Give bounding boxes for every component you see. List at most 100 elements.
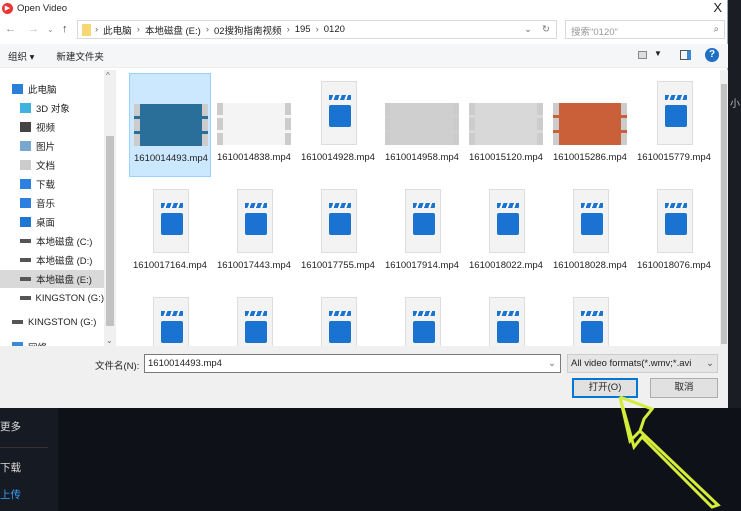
file-item[interactable]: 1610017914.mp4: [381, 181, 463, 285]
nav-item-label: 图片: [36, 142, 56, 153]
file-item[interactable]: [465, 289, 547, 346]
new-folder-button[interactable]: 新建文件夹: [56, 49, 104, 63]
breadcrumb-item[interactable]: 0120: [324, 24, 345, 35]
nav-item[interactable]: KINGSTON (G:): [0, 313, 104, 331]
file-item[interactable]: 1610015120.mp4: [465, 73, 547, 177]
video-file-icon: [657, 81, 693, 145]
files-scrollbar[interactable]: [720, 70, 728, 346]
view-dropdown-icon[interactable]: ▼: [654, 49, 662, 58]
navigation-pane: 此电脑 3D 对象视频图片文档 下载音乐桌面 本地磁盘 (C:) 本地磁盘 (D:) 本地…: [0, 70, 117, 346]
file-name: 1610018022.mp4: [469, 260, 543, 271]
document-icon: [20, 160, 31, 170]
background-text: 小: [730, 99, 740, 110]
close-button[interactable]: X: [713, 0, 722, 15]
video-file-icon: [405, 297, 441, 346]
video-file-icon: [573, 189, 609, 253]
file-name: 1610018076.mp4: [637, 260, 711, 271]
back-icon[interactable]: ←: [5, 23, 16, 35]
nav-item-label: 本地磁盘 (E:): [36, 275, 92, 286]
filename-input[interactable]: 1610014493.mp4 ⌄: [144, 354, 561, 373]
file-item[interactable]: 1610014958.mp4: [381, 73, 463, 177]
file-item[interactable]: 1610017755.mp4: [297, 181, 379, 285]
file-item[interactable]: 1610014928.mp4: [297, 73, 379, 177]
file-item[interactable]: [549, 289, 631, 346]
breadcrumb-item[interactable]: 此电脑: [103, 23, 132, 37]
file-item[interactable]: 1610018022.mp4: [465, 181, 547, 285]
nav-item[interactable]: KINGSTON (G:): [0, 289, 104, 307]
up-icon[interactable]: ↑: [62, 23, 68, 35]
nav-item[interactable]: 桌面: [0, 213, 104, 231]
nav-item[interactable]: 图片: [0, 137, 104, 155]
filename-dropdown-icon[interactable]: ⌄: [548, 358, 556, 369]
address-bar[interactable]: › 此电脑 › 本地磁盘 (E:) › 02搜狗指南视频 › 195 › 0120 ⌄ ↻: [77, 20, 557, 39]
file-name: 1610017914.mp4: [385, 260, 459, 271]
file-item[interactable]: 1610015779.mp4: [633, 73, 715, 177]
background-download[interactable]: 下载: [0, 460, 21, 475]
nav-item-label: 本地磁盘 (D:): [36, 256, 93, 267]
chevron-down-icon: ⌄: [706, 358, 714, 369]
file-item[interactable]: 1610015286.mp4: [549, 73, 631, 177]
file-item[interactable]: 1610018028.mp4: [549, 181, 631, 285]
background-upload[interactable]: 上传: [0, 487, 21, 502]
nav-item-label: 视频: [36, 123, 56, 134]
preview-pane-icon[interactable]: [680, 50, 691, 60]
file-item[interactable]: [297, 289, 379, 346]
search-placeholder: 搜索"0120": [571, 27, 618, 38]
filename-value: 1610014493.mp4: [148, 358, 222, 369]
view-options-icon[interactable]: [638, 51, 647, 59]
file-name: 1610015779.mp4: [637, 152, 711, 163]
nav-item[interactable]: 本地磁盘 (C:): [0, 232, 104, 250]
file-item[interactable]: [381, 289, 463, 346]
file-name: 1610014493.mp4: [134, 153, 208, 164]
help-icon[interactable]: ?: [705, 48, 719, 62]
file-item[interactable]: [213, 289, 295, 346]
nav-item[interactable]: 此电脑: [0, 80, 104, 98]
nav-scrollbar[interactable]: ^ ⌄: [104, 70, 116, 346]
file-item[interactable]: 1610017443.mp4: [213, 181, 295, 285]
breadcrumb-item[interactable]: 02搜狗指南视频: [214, 23, 282, 37]
address-dropdown-icon[interactable]: ⌄: [524, 24, 532, 35]
download-icon: [20, 179, 31, 189]
background-more[interactable]: 更多: [0, 419, 21, 434]
background-right: 小: [728, 0, 741, 408]
file-name: 1610014838.mp4: [217, 152, 291, 163]
nav-item[interactable]: 3D 对象: [0, 99, 104, 117]
nav-item[interactable]: 网络: [0, 338, 104, 346]
nav-item-label: 音乐: [36, 199, 56, 210]
file-item[interactable]: 1610014838.mp4: [213, 73, 295, 177]
video-file-icon: [657, 189, 693, 253]
video-file-icon: [489, 297, 525, 346]
file-grid: 1610014493.mp4 1610014838.mp4 1610014928.m…: [120, 70, 720, 346]
nav-item[interactable]: 音乐: [0, 194, 104, 212]
nav-item[interactable]: 本地磁盘 (E:): [0, 270, 104, 288]
file-item[interactable]: 1610017164.mp4: [129, 181, 211, 285]
file-type-value: All video formats(*.wmv;*.avi: [571, 358, 692, 369]
nav-item[interactable]: 下载: [0, 175, 104, 193]
files-scrollbar-thumb[interactable]: [721, 84, 727, 344]
breadcrumb-item[interactable]: 195: [295, 24, 311, 35]
nav-item-label: KINGSTON (G:): [35, 292, 104, 304]
file-name: 1610014928.mp4: [301, 152, 375, 163]
file-name: 1610017443.mp4: [217, 260, 291, 271]
video-file-icon: [321, 297, 357, 346]
forward-icon[interactable]: →: [28, 23, 39, 35]
nav-item[interactable]: 本地磁盘 (D:): [0, 251, 104, 269]
file-item[interactable]: 1610018076.mp4: [633, 181, 715, 285]
organize-button[interactable]: 组织 ▾: [8, 49, 34, 63]
nav-scrollbar-thumb[interactable]: [106, 136, 114, 326]
refresh-icon[interactable]: ↻: [542, 24, 550, 35]
nav-item-label: 此电脑: [28, 85, 57, 96]
file-item[interactable]: [129, 289, 211, 346]
file-item[interactable]: 1610014493.mp4: [129, 73, 211, 177]
nav-item-label: KINGSTON (G:): [28, 316, 97, 328]
cube-icon: [20, 103, 31, 113]
video-file-icon: [237, 189, 273, 253]
search-input[interactable]: 搜索"0120" ⌕: [565, 20, 725, 39]
nav-item[interactable]: 文档: [0, 156, 104, 174]
recent-dropdown-icon[interactable]: ⌄: [47, 25, 54, 34]
file-type-select[interactable]: All video formats(*.wmv;*.avi ⌄: [567, 354, 718, 373]
nav-item[interactable]: 视频: [0, 118, 104, 136]
search-icon: ⌕: [713, 24, 719, 35]
breadcrumb-item[interactable]: 本地磁盘 (E:): [145, 23, 201, 37]
drive-icon: [20, 239, 31, 243]
